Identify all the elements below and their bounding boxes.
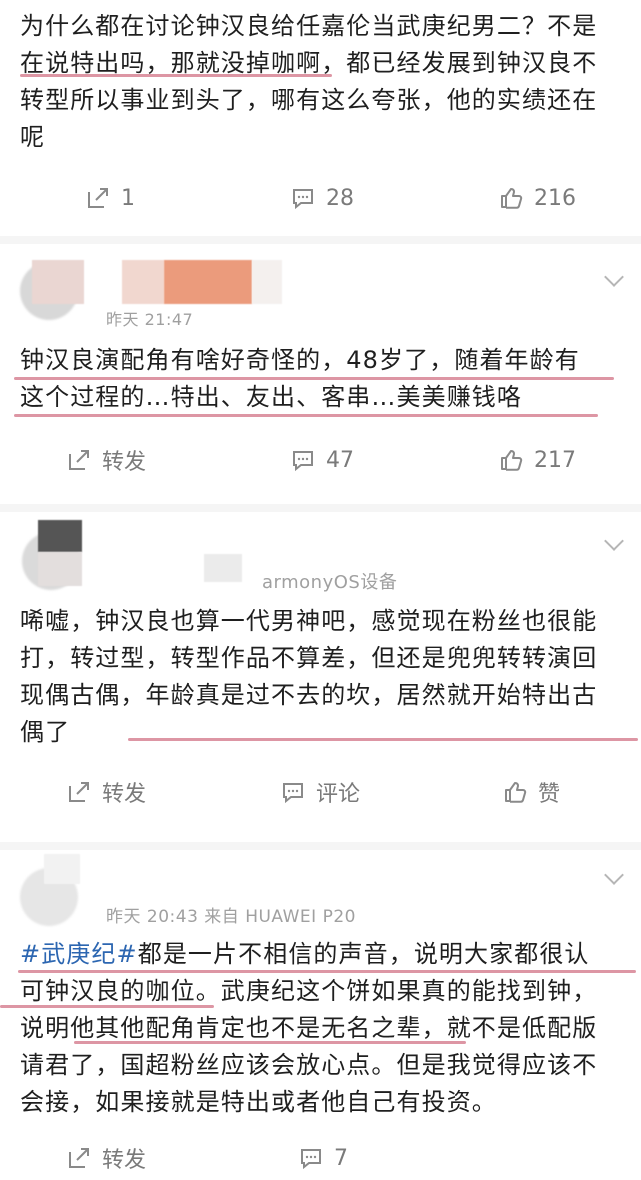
share-button[interactable]: 转发 <box>66 438 146 482</box>
blurred-name <box>204 554 242 582</box>
blurred-name <box>252 260 282 304</box>
post-2-line-1: 钟汉良演配角有啥好奇怪的，48岁了，随着年龄有 <box>20 346 580 374</box>
like-button[interactable]: 216 <box>498 176 576 220</box>
comment-count: 28 <box>326 185 354 211</box>
share-button[interactable]: 1 <box>85 176 135 220</box>
post-2-actions: 转发 47 217 <box>0 438 641 482</box>
highlight-underline <box>128 738 638 741</box>
post-4-line-1: #武庚纪#都是一片不相信的声音，说明大家都很认 <box>20 936 626 973</box>
post-3-actions: 转发 评论 赞 <box>0 770 641 814</box>
post-2: 昨天 21:47 钟汉良演配角有啥好奇怪的，48岁了，随着年龄有 这个过程的…特… <box>0 244 641 504</box>
blurred-name <box>38 520 82 552</box>
post-4-text: #武庚纪#都是一片不相信的声音，说明大家都很认 可钟汉良的咖位。武庚纪这个饼如果… <box>20 936 626 1121</box>
share-label: 转发 <box>102 782 147 807</box>
share-icon <box>85 185 111 211</box>
share-icon <box>66 1145 92 1171</box>
post-4-actions: 转发 7 <box>0 1136 641 1180</box>
comment-label: 评论 <box>316 782 361 807</box>
comment-icon <box>290 447 316 473</box>
comment-button[interactable]: 评论 <box>280 770 360 814</box>
highlight-underline <box>14 414 598 417</box>
highlight-underline <box>0 1005 214 1008</box>
share-label: 转发 <box>102 450 147 475</box>
post-1-line-3: 转型所以事业到头了，哪有这么夸张，他的实绩还在 <box>20 86 598 114</box>
share-button[interactable]: 转发 <box>66 1136 146 1180</box>
post-3-line-2: 打，转过型，转型作品不算差，但还是兜兜转转演回 <box>20 644 598 672</box>
highlight-underline <box>74 1041 466 1044</box>
post-1-line-1: 为什么都在讨论钟汉良给任嘉伦当武庚纪男二？不是 <box>20 12 598 40</box>
highlight-underline <box>20 74 332 77</box>
post-3-text: 唏嘘，钟汉良也算一代男神吧，感觉现在粉丝也很能 打，转过型，转型作品不算差，但还… <box>20 603 626 751</box>
post-4: 昨天 20:43 来自 HUAWEI P20 #武庚纪#都是一片不相信的声音，说… <box>0 850 641 1174</box>
chevron-down-icon[interactable] <box>604 865 624 885</box>
post-3: armonyOS设备 唏嘘，钟汉良也算一代男神吧，感觉现在粉丝也很能 打，转过型… <box>0 512 641 842</box>
share-icon <box>66 779 92 805</box>
share-button[interactable]: 转发 <box>66 770 146 814</box>
thumbs-up-icon <box>502 779 528 805</box>
like-label: 赞 <box>538 782 561 807</box>
post-2-line-2: 这个过程的…特出、友出、客串…美美赚钱咯 <box>20 383 522 411</box>
comment-button[interactable]: 28 <box>290 176 354 220</box>
share-label: 转发 <box>102 1148 147 1173</box>
comment-count: 47 <box>326 447 354 473</box>
chevron-down-icon[interactable] <box>604 531 624 551</box>
blurred-name <box>38 552 82 586</box>
like-count: 217 <box>534 447 576 473</box>
thumbs-up-icon <box>498 185 524 211</box>
like-count: 216 <box>534 185 576 211</box>
post-1-actions: 1 28 216 <box>0 176 641 220</box>
post-time-and-device: 昨天 20:43 来自 HUAWEI P20 <box>106 907 356 927</box>
comment-button[interactable]: 47 <box>290 438 354 482</box>
post-1-line-4: 呢 <box>20 123 46 151</box>
comment-button[interactable]: 7 <box>298 1136 348 1180</box>
like-button[interactable]: 217 <box>498 438 576 482</box>
post-4-line-1-text: 都是一片不相信的声音，说明大家都很认 <box>137 940 590 968</box>
post-3-line-4: 偶了 <box>20 718 71 746</box>
highlight-underline <box>14 377 614 380</box>
post-1: 为什么都在讨论钟汉良给任嘉伦当武庚纪男二？不是 在说特出吗，那就没掉咖啊，都已经… <box>0 0 641 236</box>
blurred-name <box>32 260 84 304</box>
section-divider <box>0 236 641 244</box>
blurred-name <box>164 260 252 304</box>
comment-icon <box>290 185 316 211</box>
post-3-line-1: 唏嘘，钟汉良也算一代男神吧，感觉现在粉丝也很能 <box>20 607 598 635</box>
post-time: 昨天 21:47 <box>106 310 194 329</box>
section-divider <box>0 504 641 512</box>
share-count: 1 <box>121 185 135 211</box>
comment-icon <box>298 1145 324 1171</box>
post-3-line-3: 现偶古偶，年龄真是过不去的坎，居然就开始特出古 <box>20 681 598 709</box>
blurred-name <box>44 854 80 884</box>
share-icon <box>66 447 92 473</box>
post-1-text: 为什么都在讨论钟汉良给任嘉伦当武庚纪男二？不是 在说特出吗，那就没掉咖啊，都已经… <box>20 8 626 156</box>
device-label: armonyOS设备 <box>262 572 398 593</box>
section-divider <box>0 842 641 850</box>
blurred-name <box>122 260 164 304</box>
chevron-down-icon[interactable] <box>604 267 624 287</box>
highlight-underline <box>18 970 636 973</box>
comment-icon <box>280 779 306 805</box>
hashtag-link[interactable]: #武庚纪# <box>20 940 138 968</box>
thumbs-up-icon <box>498 447 524 473</box>
post-4-line-4: 请君了，国超粉丝应该会放心点。但是我觉得应该不 <box>20 1051 598 1079</box>
post-4-line-5: 会接，如果接就是特出或者他自己有投资。 <box>20 1088 497 1116</box>
comment-count: 7 <box>334 1145 348 1171</box>
like-button[interactable]: 赞 <box>502 770 560 814</box>
